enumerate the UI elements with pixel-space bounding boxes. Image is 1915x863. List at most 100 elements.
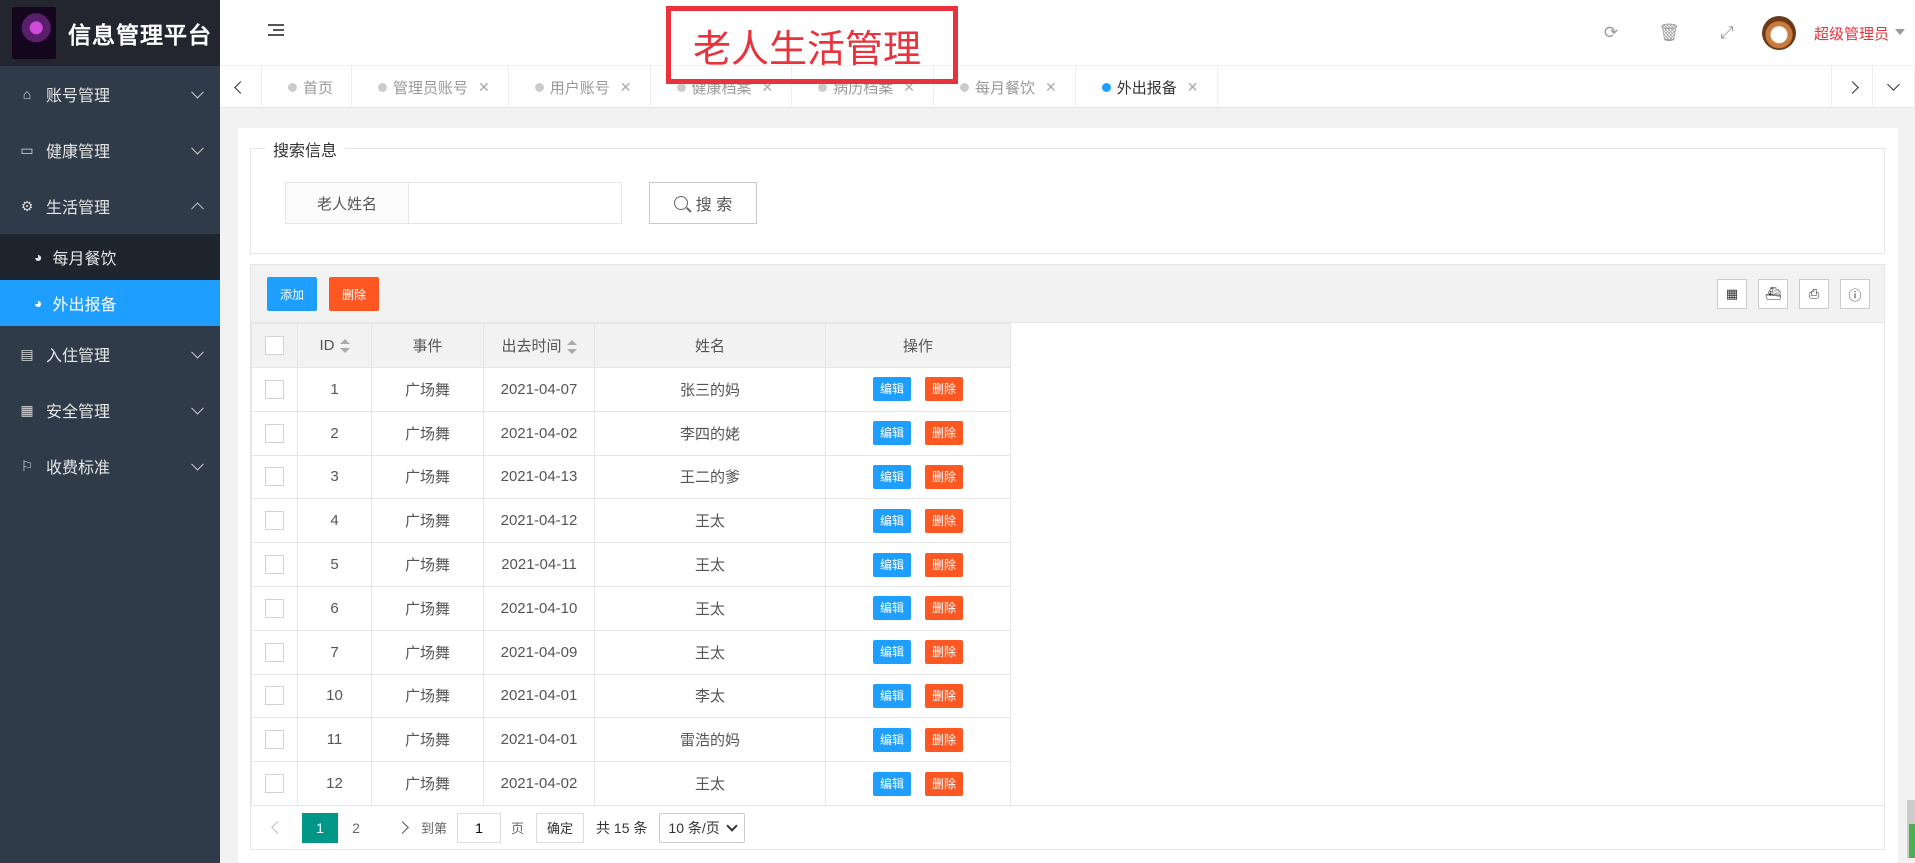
export-icon[interactable]: ⛴	[1758, 279, 1788, 309]
table-cell: 王二的爹	[594, 454, 826, 500]
row-actions: 编辑 删除	[825, 498, 1011, 544]
sidebar-item-label: 健康管理	[46, 144, 111, 161]
row-select-cell	[251, 498, 298, 544]
goto-confirm-button[interactable]: 确定	[536, 812, 585, 843]
sidebar-item-4[interactable]: ▦ 安全管理	[0, 382, 220, 438]
delete-button[interactable]: 删除	[925, 640, 963, 665]
edit-button[interactable]: 编辑	[873, 377, 911, 402]
tab-0[interactable]: 首页	[262, 66, 353, 108]
avatar[interactable]	[1761, 16, 1796, 50]
menu-toggle-icon[interactable]	[268, 24, 284, 38]
select-all-checkbox[interactable]	[265, 336, 284, 355]
pagination: 1 2 到第 页 确定 共 15 条 10 条/页	[251, 805, 1884, 849]
tab-2[interactable]: 用户账号 ✕	[509, 66, 651, 108]
edit-button[interactable]: 编辑	[873, 771, 911, 796]
refresh-icon[interactable]: ⟳	[1582, 23, 1640, 43]
delete-button[interactable]: 删除	[925, 421, 963, 446]
user-menu[interactable]: 超级管理员	[1814, 23, 1906, 44]
edit-button[interactable]: 编辑	[873, 464, 911, 489]
column-header-id[interactable]: ID	[297, 323, 372, 368]
row-checkbox[interactable]	[265, 423, 284, 443]
edit-button[interactable]: 编辑	[873, 552, 911, 577]
add-button[interactable]: 添加	[267, 277, 317, 311]
edit-button[interactable]: 编辑	[873, 508, 911, 533]
tab-scroll-left-icon[interactable]	[220, 66, 262, 108]
sidebar-item-5[interactable]: ⚐ 收费标准	[0, 438, 220, 494]
prev-page-icon[interactable]	[271, 821, 284, 834]
edit-button[interactable]: 编辑	[873, 421, 911, 446]
delete-button[interactable]: 删除	[925, 683, 963, 708]
table-cell: 6	[297, 585, 372, 631]
app-title: 信息管理平台	[68, 22, 212, 48]
row-checkbox[interactable]	[265, 467, 284, 487]
page-2[interactable]: 2	[338, 813, 374, 843]
tab-menu-chevron-down-icon[interactable]	[1873, 66, 1915, 108]
row-checkbox[interactable]	[265, 774, 284, 794]
trash-icon[interactable]: 🗑	[1640, 23, 1698, 43]
row-checkbox[interactable]	[265, 686, 284, 706]
close-icon[interactable]: ✕	[1187, 79, 1199, 96]
table-header-row: ID 事件 出去时间 姓名 操作	[251, 323, 1011, 368]
edit-button[interactable]: 编辑	[873, 683, 911, 708]
sidebar-subitem-1[interactable]: ◕ 外出报备	[0, 280, 220, 326]
goto-page-input[interactable]	[457, 812, 502, 843]
page-1[interactable]: 1	[302, 812, 338, 843]
close-icon[interactable]: ✕	[620, 79, 632, 96]
sort-icon[interactable]	[339, 339, 350, 354]
print-icon[interactable]: ⎙	[1799, 279, 1829, 309]
table-cell: 12	[297, 761, 372, 806]
delete-button[interactable]: 删除	[925, 464, 963, 489]
row-checkbox[interactable]	[265, 379, 284, 399]
columns-filter-icon[interactable]: ▦	[1717, 279, 1747, 309]
page-size-select[interactable]: 10 条/页	[659, 812, 745, 843]
table-cell: 3	[297, 454, 372, 500]
sidebar-item-0[interactable]: ⌂ 账号管理	[0, 66, 220, 122]
tab-6[interactable]: 外出报备 ✕	[1076, 66, 1218, 108]
row-actions: 编辑 删除	[825, 367, 1011, 412]
page-suffix: 页	[511, 821, 525, 836]
delete-button[interactable]: 删除	[925, 377, 963, 402]
batch-delete-button[interactable]: 删除	[329, 277, 379, 311]
search-button[interactable]: 搜 索	[649, 182, 757, 224]
row-checkbox[interactable]	[265, 555, 284, 575]
row-checkbox[interactable]	[265, 511, 284, 531]
table-row: 5 广场舞 2021-04-11 王太 编辑 删除	[251, 542, 1011, 587]
row-actions: 编辑 删除	[825, 761, 1011, 806]
edit-button[interactable]: 编辑	[873, 727, 911, 752]
row-checkbox[interactable]	[265, 642, 284, 662]
sidebar-item-1[interactable]: ▭ 健康管理	[0, 122, 220, 178]
row-checkbox[interactable]	[265, 598, 284, 618]
table-cell: 2021-04-02	[483, 410, 595, 456]
sidebar-item-2[interactable]: ⚙ 生活管理	[0, 178, 220, 234]
search-input[interactable]	[408, 182, 622, 224]
column-header-name: 姓名	[594, 323, 826, 368]
tab-bar: 首页 管理员账号 ✕ 用户账号 ✕ 健康档案 ✕ 病历档案 ✕ 每月餐饮 ✕ 外出报备 ✕	[220, 66, 1915, 108]
tab-1[interactable]: 管理员账号 ✕	[352, 66, 509, 108]
delete-button[interactable]: 删除	[925, 771, 963, 796]
table-row: 2 广场舞 2021-04-02 李四的姥 编辑 删除	[251, 410, 1011, 456]
delete-button[interactable]: 删除	[925, 552, 963, 577]
edit-button[interactable]: 编辑	[873, 640, 911, 665]
next-page-icon[interactable]	[396, 821, 409, 834]
sort-icon[interactable]	[566, 340, 577, 355]
delete-button[interactable]: 删除	[925, 508, 963, 533]
table-row: 12 广场舞 2021-04-02 王太 编辑 删除	[251, 761, 1011, 806]
info-icon[interactable]: ⓘ	[1840, 279, 1870, 309]
table-cell: 2021-04-01	[483, 673, 595, 719]
fullscreen-icon[interactable]: ⤢	[1698, 23, 1756, 43]
row-select-cell	[251, 542, 298, 587]
scrollbar-thumb[interactable]	[1909, 824, 1915, 858]
sidebar-item-3[interactable]: ▤ 入住管理	[0, 326, 220, 382]
close-icon[interactable]: ✕	[1045, 79, 1057, 96]
tab-status-dot	[534, 82, 544, 92]
column-header-time[interactable]: 出去时间	[483, 323, 595, 368]
delete-button[interactable]: 删除	[925, 727, 963, 752]
delete-button[interactable]: 删除	[925, 596, 963, 621]
sidebar-item-label: 安全管理	[46, 404, 111, 421]
close-icon[interactable]: ✕	[478, 79, 490, 96]
tab-scroll-right-icon[interactable]	[1831, 66, 1873, 108]
table-row: 4 广场舞 2021-04-12 王太 编辑 删除	[251, 498, 1011, 544]
sidebar-subitem-0[interactable]: ◕ 每月餐饮	[0, 234, 220, 280]
row-checkbox[interactable]	[265, 730, 284, 750]
edit-button[interactable]: 编辑	[873, 596, 911, 621]
